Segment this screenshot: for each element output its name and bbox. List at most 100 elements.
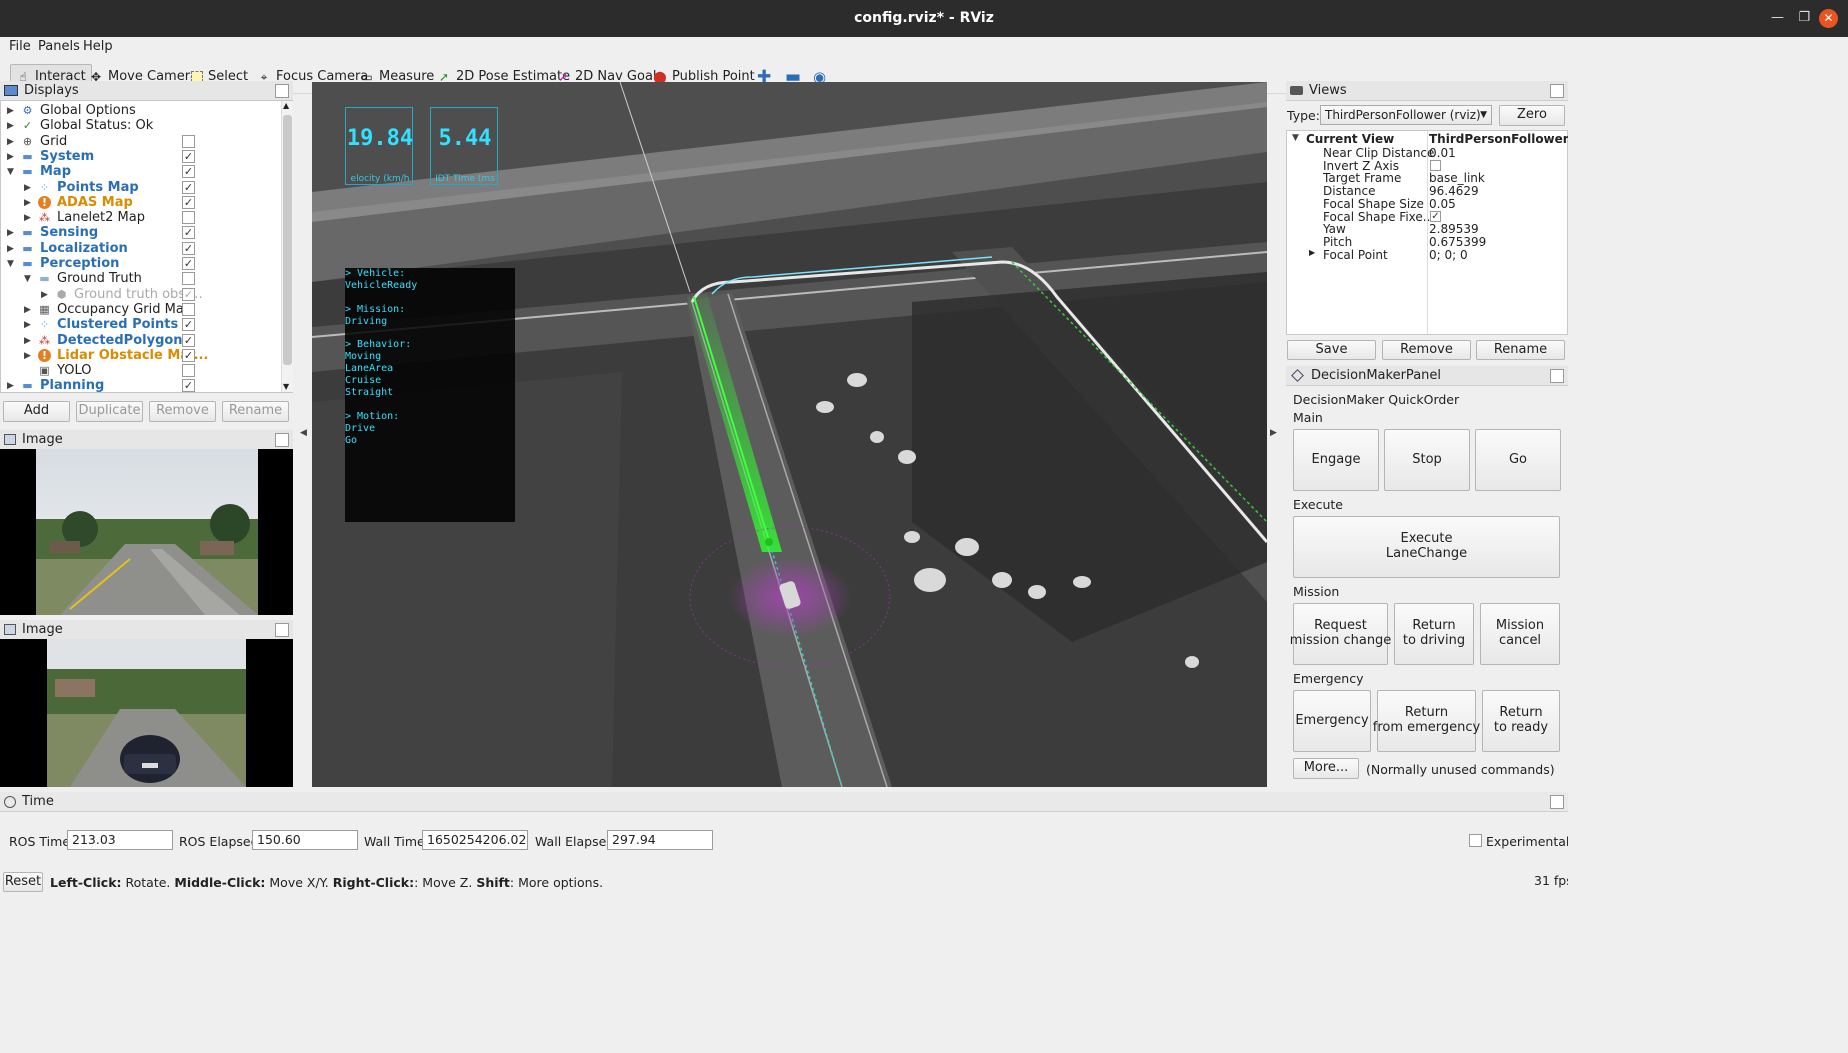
view-prop-row[interactable]: Invert Z Axis (1287, 159, 1567, 173)
expand-arrow-icon[interactable]: ▶ (7, 152, 15, 162)
menu-help[interactable]: Help (83, 39, 113, 54)
decision-undock-toggle[interactable] (1550, 369, 1564, 383)
collapse-right-icon[interactable]: ▶ (1270, 428, 1277, 438)
state-line: Drive (345, 422, 376, 434)
collapse-arrow-icon[interactable]: ▼ (7, 259, 15, 269)
reset-button[interactable]: Reset (3, 872, 43, 892)
duplicate-display-button[interactable]: Duplicate (76, 401, 143, 422)
display-enabled-checkbox[interactable]: ✓ (182, 318, 195, 332)
view-prop-row[interactable]: Target Frame base_link (1287, 171, 1567, 185)
more-commands-button[interactable]: More... (1293, 758, 1359, 779)
display-enabled-checkbox[interactable]: ✓ (182, 257, 195, 270)
display-enabled-checkbox[interactable] (182, 211, 195, 225)
displays-undock-toggle[interactable] (275, 84, 289, 98)
stop-button[interactable]: Stop (1384, 429, 1470, 491)
expand-arrow-icon[interactable]: ▶ (41, 290, 49, 300)
wall-time-field[interactable]: 1650254206.02 (422, 830, 528, 850)
expand-arrow-icon[interactable]: ▶ (7, 106, 15, 116)
menu-file[interactable]: File (9, 39, 31, 54)
render-3d-view[interactable]: 19.84 elocity (km/h 5.44 IDT Time (ms > … (312, 82, 1267, 787)
collapse-left-icon[interactable]: ◀ (300, 428, 307, 438)
image-panel-2-undock-toggle[interactable] (275, 623, 289, 637)
view-prop-value[interactable]: 0; 0; 0 (1429, 248, 1468, 262)
expand-arrow-icon[interactable]: ▶ (7, 228, 15, 238)
time-undock-toggle[interactable] (1550, 795, 1564, 809)
expand-arrow-icon[interactable]: ▶ (24, 305, 32, 315)
view-prop-checkbox[interactable]: ✓ (1430, 210, 1441, 222)
expand-arrow-icon[interactable]: ▶ (24, 198, 32, 208)
camera-icon (1290, 86, 1303, 95)
display-enabled-checkbox[interactable]: ✓ (182, 241, 195, 255)
display-enabled-checkbox[interactable] (182, 364, 195, 378)
expand-arrow-icon[interactable]: ▶ (7, 244, 15, 254)
return-to-driving-button[interactable]: Return to driving (1394, 603, 1474, 665)
rename-view-button[interactable]: Rename (1476, 340, 1565, 360)
collapse-arrow-icon[interactable]: ▼ (1292, 133, 1300, 143)
scroll-down-icon[interactable]: ▼ (283, 382, 289, 391)
expand-arrow-icon[interactable]: ▶ (24, 213, 32, 223)
display-enabled-checkbox[interactable]: ✓ (182, 348, 195, 362)
zero-view-button[interactable]: Zero (1499, 105, 1565, 126)
add-display-button[interactable]: Add (3, 401, 70, 422)
expand-arrow-icon[interactable]: ▶ (7, 137, 15, 147)
display-enabled-checkbox[interactable]: ✓ (182, 226, 195, 240)
expand-arrow-icon[interactable]: ▶ (24, 336, 32, 346)
view-prop-checkbox[interactable] (1430, 159, 1441, 171)
expand-arrow-icon[interactable]: ▶ (1309, 248, 1315, 257)
view-type-select[interactable]: ThirdPersonFollower (rviz) ▼ (1320, 105, 1492, 125)
view-prop-row[interactable]: Pitch 0.675399 (1287, 235, 1567, 249)
display-enabled-checkbox[interactable] (182, 272, 195, 286)
mission-cancel-button[interactable]: Mission cancel (1480, 603, 1560, 665)
hint-left-click-text: Rotate. (121, 875, 175, 890)
expand-arrow-icon[interactable]: ▶ (7, 121, 15, 131)
remove-view-button[interactable]: Remove (1382, 340, 1471, 360)
view-prop-row[interactable]: ▶ Focal Point 0; 0; 0 (1287, 248, 1567, 262)
save-view-button[interactable]: Save (1287, 340, 1376, 360)
display-enabled-checkbox[interactable]: ✓ (182, 195, 195, 209)
expand-arrow-icon[interactable]: ▶ (24, 183, 32, 193)
display-enabled-checkbox[interactable]: ✓ (182, 379, 195, 393)
collapse-arrow-icon[interactable]: ▼ (24, 274, 32, 284)
ros-elapsed-field[interactable]: 150.60 (252, 830, 358, 850)
engage-button[interactable]: Engage (1293, 429, 1379, 491)
return-to-ready-button[interactable]: Return to ready (1482, 690, 1560, 752)
view-prop-row[interactable]: Near Clip Distance 0.01 (1287, 146, 1567, 160)
request-mission-change-button[interactable]: Request mission change (1290, 603, 1391, 665)
scrollbar-thumb[interactable] (283, 115, 292, 365)
display-enabled-checkbox[interactable]: ✓ (182, 287, 195, 301)
collapse-arrow-icon[interactable]: ▼ (7, 167, 15, 177)
go-button[interactable]: Go (1475, 429, 1561, 491)
rename-display-button[interactable]: Rename (222, 401, 289, 422)
scroll-up-icon[interactable]: ▲ (283, 101, 289, 110)
window-title: config.rviz* - RViz (854, 10, 994, 26)
minimize-icon[interactable]: — (1771, 10, 1784, 25)
wall-elapsed-field[interactable]: 297.94 (607, 830, 713, 850)
display-enabled-checkbox[interactable]: ✓ (182, 149, 195, 163)
image-panel-1-undock-toggle[interactable] (275, 433, 289, 447)
view-prop-row[interactable]: Distance 96.4629 (1287, 184, 1567, 198)
display-row-planning[interactable]: ▶ ▬ Planning ✓ (1, 377, 281, 395)
display-enabled-checkbox[interactable]: ✓ (182, 333, 195, 347)
emergency-button[interactable]: Emergency (1293, 690, 1371, 752)
views-undock-toggle[interactable] (1550, 84, 1564, 98)
return-from-emergency-button[interactable]: Return from emergency (1373, 690, 1480, 752)
display-enabled-checkbox[interactable] (182, 302, 195, 316)
expand-arrow-icon[interactable]: ▶ (24, 351, 32, 361)
remove-display-button[interactable]: Remove (149, 401, 216, 422)
fps-indicator: 31 fps (1534, 873, 1573, 888)
display-enabled-checkbox[interactable]: ✓ (182, 165, 195, 179)
view-prop-row[interactable]: Focal Shape Fixe... ✓ (1287, 210, 1567, 224)
close-icon[interactable]: ✕ (1819, 9, 1838, 28)
displays-scrollbar[interactable]: ▲ ▼ (281, 101, 293, 392)
display-enabled-checkbox[interactable]: ✓ (182, 180, 195, 194)
restore-icon[interactable]: ❐ (1798, 10, 1810, 25)
expand-arrow-icon[interactable]: ▶ (7, 381, 15, 391)
ros-time-field[interactable]: 213.03 (67, 830, 173, 850)
experimental-checkbox[interactable] (1469, 834, 1482, 847)
execute-lanechange-button[interactable]: Execute LaneChange (1293, 516, 1560, 578)
view-prop-row[interactable]: Yaw 2.89539 (1287, 222, 1567, 236)
menu-panels[interactable]: Panels (38, 39, 80, 54)
display-enabled-checkbox[interactable] (182, 134, 195, 148)
expand-arrow-icon[interactable]: ▶ (24, 320, 32, 330)
view-prop-row[interactable]: Focal Shape Size 0.05 (1287, 197, 1567, 211)
